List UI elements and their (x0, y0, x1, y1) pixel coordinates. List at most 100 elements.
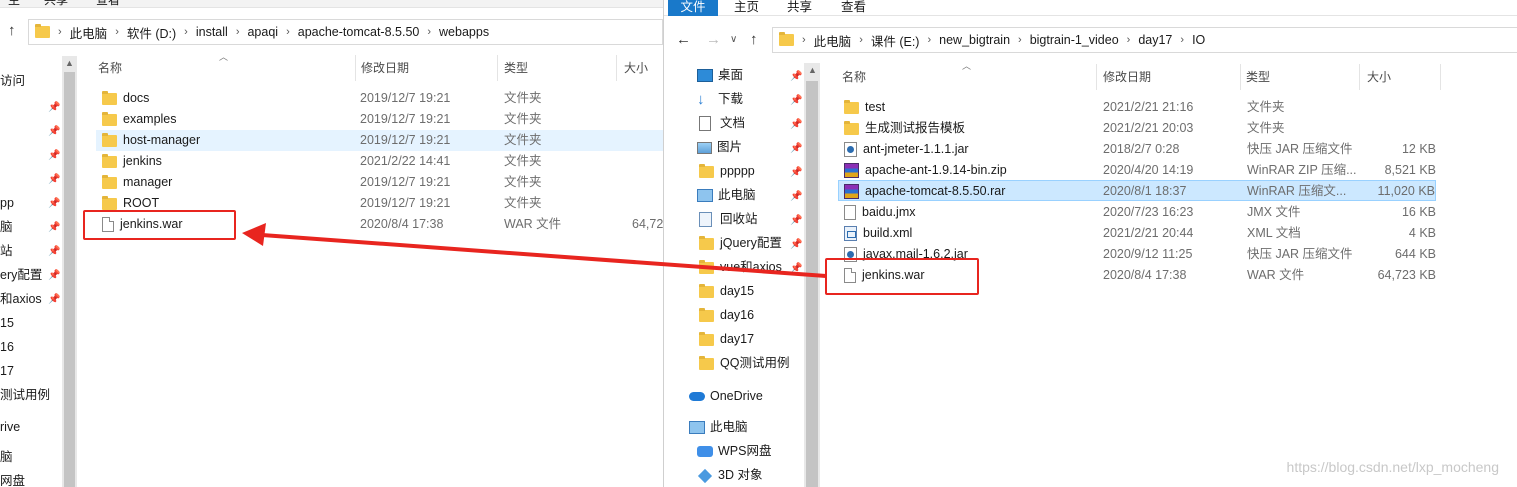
file-row[interactable]: manager 2019/12/7 19:21 文件夹 (96, 172, 663, 193)
file-row-selected[interactable]: apache-tomcat-8.5.50.rar 2020/8/1 18:37 … (838, 180, 1436, 201)
pin-icon[interactable]: 📌 (790, 143, 802, 154)
forward-arrow-icon[interactable]: → (706, 31, 721, 48)
breadcrumb-item[interactable]: IO (1192, 33, 1205, 47)
pin-icon[interactable]: 📌 (790, 95, 802, 106)
column-header-type[interactable]: 类型 (504, 55, 528, 81)
breadcrumb-item[interactable]: day17 (1138, 33, 1172, 47)
breadcrumb-item[interactable]: apaqi (247, 25, 278, 39)
pin-icon[interactable]: 📌 (790, 119, 802, 130)
back-arrow-icon[interactable]: ← (676, 31, 691, 48)
chevron-right-icon[interactable]: › (236, 26, 240, 38)
pin-icon[interactable]: 📌 (790, 167, 802, 178)
nav-item-this-pc-root[interactable]: 此电脑 (689, 415, 748, 439)
left-ribbon-tab-view[interactable]: 查看 (96, 0, 120, 8)
breadcrumb-item[interactable]: 此电脑 (70, 23, 108, 42)
file-row[interactable]: build.xml 2021/2/21 20:44 XML 文档 4 KB (838, 223, 1436, 244)
chevron-right-icon[interactable]: › (859, 34, 863, 46)
nav-item[interactable]: rive (0, 416, 20, 438)
column-divider[interactable] (1096, 64, 1097, 90)
breadcrumb-item[interactable]: new_bigtrain (939, 33, 1010, 47)
right-address-bar[interactable]: › 此电脑 › 课件 (E:) › new_bigtrain › bigtrai… (772, 27, 1517, 53)
nav-item[interactable]: 访问 (0, 70, 25, 92)
column-header-size[interactable]: 大小 (624, 55, 648, 81)
file-row[interactable]: test 2021/2/21 21:16 文件夹 (838, 97, 1436, 118)
up-arrow-icon[interactable]: ↑ (750, 31, 758, 48)
chevron-right-icon[interactable]: › (1180, 34, 1184, 46)
pin-icon[interactable]: 📌 (790, 239, 802, 250)
nav-item[interactable]: 脑 (0, 216, 13, 238)
nav-item-qq-testcases[interactable]: QQ测试用例 (699, 351, 789, 375)
nav-item-vue-axios[interactable]: vue和axios (699, 255, 782, 279)
chevron-right-icon[interactable]: › (927, 34, 931, 46)
nav-item-documents[interactable]: 文档 (699, 111, 745, 135)
right-nav-scrollbar[interactable]: ▲ (804, 63, 820, 487)
scroll-thumb[interactable] (806, 81, 818, 487)
nav-item[interactable]: 和axios (0, 288, 42, 310)
column-divider[interactable] (1440, 64, 1441, 90)
nav-item[interactable]: 17 (0, 360, 14, 382)
nav-item-3d-objects[interactable]: 3D 对象 (697, 463, 762, 487)
nav-item-day15[interactable]: day15 (699, 279, 754, 303)
nav-item-ppppp[interactable]: ppppp (699, 159, 755, 183)
ribbon-tab-file[interactable]: 文件 (668, 0, 718, 16)
column-header-modified[interactable]: 修改日期 (361, 55, 409, 81)
column-header-size[interactable]: 大小 (1367, 64, 1391, 90)
file-row[interactable]: host-manager 2019/12/7 19:21 文件夹 (96, 130, 663, 151)
breadcrumb-item[interactable]: webapps (439, 25, 489, 39)
chevron-right-icon[interactable]: › (115, 26, 119, 38)
nav-item-day16[interactable]: day16 (699, 303, 754, 327)
ribbon-tab-home[interactable]: 主页 (734, 0, 759, 16)
nav-item-desktop[interactable]: 桌面 (697, 63, 743, 87)
column-divider[interactable] (497, 55, 498, 81)
column-divider[interactable] (616, 55, 617, 81)
chevron-down-icon[interactable]: ∨ (730, 34, 737, 45)
pin-icon[interactable]: 📌 (790, 263, 802, 274)
nav-item[interactable]: 15 (0, 312, 14, 334)
chevron-right-icon[interactable]: › (184, 26, 188, 38)
breadcrumb-item[interactable]: 此电脑 (814, 31, 852, 50)
chevron-right-icon[interactable]: › (1018, 34, 1022, 46)
nav-item-pictures[interactable]: 图片 (697, 135, 742, 159)
up-arrow-icon[interactable]: ↑ (8, 22, 16, 39)
breadcrumb-item[interactable]: 课件 (E:) (871, 31, 920, 50)
file-row[interactable]: docs 2019/12/7 19:21 文件夹 (96, 88, 663, 109)
nav-item[interactable]: 16 (0, 336, 14, 358)
left-nav-scrollbar[interactable]: ▲ (62, 56, 77, 487)
column-header-modified[interactable]: 修改日期 (1103, 64, 1151, 90)
nav-item-onedrive[interactable]: OneDrive (689, 384, 763, 408)
nav-item-downloads[interactable]: ↓ 下载 (697, 87, 743, 111)
chevron-right-icon[interactable]: › (1127, 34, 1131, 46)
chevron-right-icon[interactable]: › (427, 26, 431, 38)
chevron-right-icon[interactable]: › (286, 26, 290, 38)
file-row[interactable]: ant-jmeter-1.1.1.jar 2018/2/7 0:28 快压 JA… (838, 139, 1436, 160)
nav-item-recycle-bin[interactable]: 回收站 (699, 207, 758, 231)
scroll-thumb[interactable] (64, 72, 75, 487)
file-row[interactable]: jenkins 2021/2/22 14:41 文件夹 (96, 151, 663, 172)
column-divider[interactable] (355, 55, 356, 81)
breadcrumb-item[interactable]: 软件 (D:) (127, 23, 176, 42)
nav-item[interactable]: 测试用例 (0, 384, 50, 406)
left-ribbon-tab-share[interactable]: 共享 (44, 0, 68, 8)
column-divider[interactable] (1359, 64, 1360, 90)
nav-item-day17[interactable]: day17 (699, 327, 754, 351)
scroll-up-icon[interactable]: ▲ (808, 65, 817, 75)
nav-item[interactable]: ery配置 (0, 264, 42, 286)
breadcrumb-item[interactable]: install (196, 25, 228, 39)
scroll-up-icon[interactable]: ▲ (65, 58, 74, 68)
nav-item-jquery[interactable]: jQuery配置 (699, 231, 782, 255)
nav-item[interactable]: 站 (0, 240, 13, 262)
pin-icon[interactable]: 📌 (790, 215, 802, 226)
breadcrumb-item[interactable]: bigtrain-1_video (1030, 33, 1119, 47)
nav-item-wps-cloud[interactable]: WPS网盘 (697, 439, 771, 463)
nav-item[interactable]: 脑 (0, 446, 13, 468)
file-row[interactable]: examples 2019/12/7 19:21 文件夹 (96, 109, 663, 130)
breadcrumb-item[interactable]: apache-tomcat-8.5.50 (298, 25, 420, 39)
ribbon-tab-view[interactable]: 查看 (841, 0, 866, 16)
left-ribbon-tab-home[interactable]: 主 (8, 0, 20, 8)
nav-item[interactable]: 网盘 (0, 470, 25, 487)
nav-item[interactable]: pp (0, 192, 14, 214)
column-header-name[interactable]: 名称 (98, 55, 122, 81)
file-row[interactable]: baidu.jmx 2020/7/23 16:23 JMX 文件 16 KB (838, 202, 1436, 223)
nav-item-this-pc[interactable]: 此电脑 (697, 183, 756, 207)
file-row[interactable]: 生成测试报告模板 2021/2/21 20:03 文件夹 (838, 118, 1436, 139)
